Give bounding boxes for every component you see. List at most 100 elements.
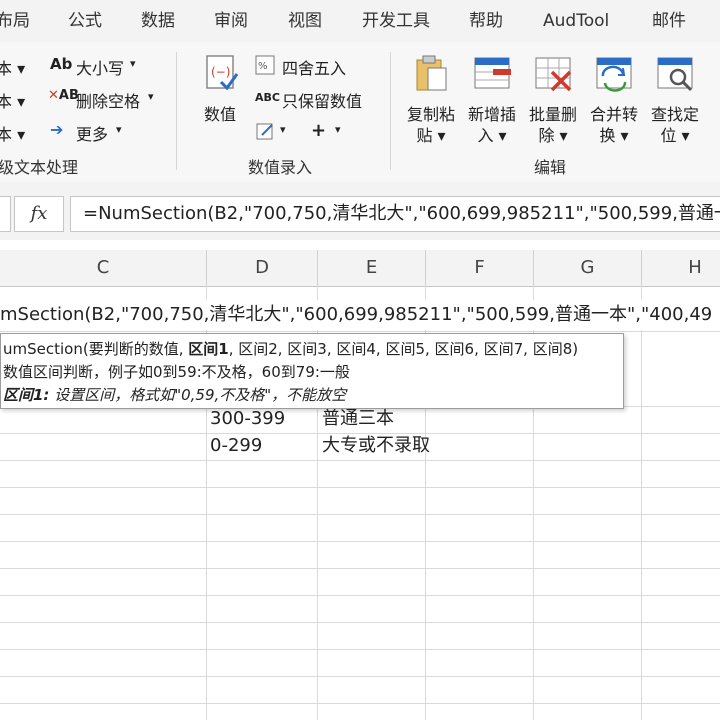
arrow-right-icon: ➔ — [50, 120, 64, 139]
text-dropdown-2[interactable]: 本 ▾ — [0, 88, 25, 112]
abc-icon: ABC — [255, 91, 280, 104]
tab-review[interactable]: 审阅 — [214, 0, 248, 42]
column-header-g[interactable]: G — [534, 250, 641, 286]
grid-line — [0, 676, 720, 677]
paste-label-1: 复制粘 — [406, 105, 455, 124]
signature-suffix: , 区间2, 区间3, 区间4, 区间5, 区间6, 区间7, 区间8) — [228, 340, 579, 358]
numeric-group-label: 数值录入 — [248, 158, 313, 177]
tab-mail[interactable]: 邮件 — [652, 0, 686, 42]
name-box[interactable] — [0, 196, 11, 232]
tab-developer[interactable]: 开发工具 — [362, 0, 430, 42]
remove-space-label: 删除空格 — [76, 92, 141, 111]
merge-button[interactable]: 合并转 换 ▾ — [585, 52, 643, 146]
cell-edit-text: mSection(B2,"700,750,清华北大","600,699,9852… — [0, 304, 713, 325]
insert-icon — [474, 57, 511, 89]
grid-line — [0, 541, 720, 542]
tab-help[interactable]: 帮助 — [469, 0, 503, 42]
round-label: 四舍五入 — [282, 59, 347, 78]
group-separator — [390, 52, 391, 170]
grid-line — [641, 286, 642, 720]
cell-label[interactable]: 普通三本 — [322, 407, 394, 431]
chevron-down-icon: ▾ — [116, 123, 122, 136]
grid-line — [0, 514, 720, 515]
value-button[interactable]: (−) 数值 — [193, 52, 247, 125]
find-label-1: 查找定 — [650, 105, 699, 124]
delete-icon — [535, 57, 572, 92]
paste-label-2: 贴 ▾ — [416, 126, 446, 145]
param-name: 区间1: — [3, 386, 50, 404]
column-header-c[interactable]: C — [0, 250, 206, 286]
spreadsheet-grid[interactable]: C D E F G H mSection(B2,"700,750,清华北大","… — [0, 240, 720, 720]
ribbon: 本 ▾ 本 ▾ 本 ▾ Ab 大小写 ▾ ✕AB 删除空格 ▾ ➔ 更多 ▾ 级… — [0, 42, 720, 183]
grid-line — [0, 595, 720, 596]
cell-edit-overlay[interactable]: mSection(B2,"700,750,清华北大","600,699,9852… — [0, 300, 720, 330]
tooltip-param: 区间1: 设置区间，格式如"0,59,不及格"，不能放空 — [3, 384, 346, 405]
chevron-down-icon: ▾ — [130, 57, 136, 70]
grid-line — [0, 460, 720, 461]
cell-label[interactable]: 大专或不录取 — [322, 434, 430, 458]
chevron-down-icon[interactable]: ▾ — [280, 123, 286, 136]
insert-function-button[interactable]: fx — [14, 196, 64, 232]
grid-line — [0, 487, 720, 488]
tab-layout[interactable]: 布局 — [0, 0, 30, 42]
keep-value-label: 只保留数值 — [282, 92, 363, 111]
merge-label-2: 换 ▾ — [599, 126, 629, 145]
text-dropdown-1[interactable]: 本 ▾ — [0, 55, 25, 79]
param-desc: 设置区间，格式如"0,59,不及格"，不能放空 — [49, 386, 347, 404]
text-group-label: 级文本处理 — [0, 158, 79, 177]
chevron-down-icon: ▾ — [148, 90, 154, 103]
column-header-d[interactable]: D — [207, 250, 317, 286]
cell-range[interactable]: 300-399 — [210, 407, 285, 431]
formula-input[interactable]: =NumSection(B2,"700,750,清华北大","600,699,9… — [70, 196, 720, 232]
paste-icon — [416, 55, 447, 91]
tab-view[interactable]: 视图 — [288, 0, 322, 42]
group-separator — [176, 52, 177, 170]
delete-button[interactable]: 批量删 除 ▾ — [524, 52, 582, 146]
grid-line — [0, 622, 720, 623]
delete-label-2: 除 ▾ — [538, 126, 568, 145]
edit-group-label: 编辑 — [534, 158, 567, 177]
column-header-f[interactable]: F — [426, 250, 533, 286]
more-label: 更多 — [76, 125, 109, 144]
find-icon — [657, 57, 693, 92]
chevron-down-icon[interactable]: ▾ — [335, 123, 341, 136]
grid-line — [0, 649, 720, 650]
case-icon: Ab — [50, 55, 73, 73]
tooltip-signature: umSection(要判断的数值, 区间1, 区间2, 区间3, 区间4, 区间… — [3, 338, 578, 359]
delete-label-1: 批量删 — [528, 105, 577, 124]
merge-icon — [596, 57, 632, 92]
signature-current-arg: 区间1 — [188, 340, 229, 358]
value-icon: (−) — [206, 55, 239, 91]
edit-icon[interactable] — [256, 121, 276, 141]
column-header-e[interactable]: E — [318, 250, 425, 286]
column-headers: C D E F G H — [0, 250, 720, 287]
tab-formulas[interactable]: 公式 — [68, 0, 102, 42]
plus-icon[interactable]: + — [311, 120, 326, 141]
signature-prefix: umSection(要判断的数值, — [3, 340, 189, 358]
case-label: 大小写 — [76, 59, 125, 78]
grid-line — [0, 331, 720, 332]
insert-label-1: 新增插 — [467, 105, 516, 124]
tooltip-description: 数值区间判断，例子如0到59:不及格，60到79:一般 — [3, 363, 350, 381]
svg-text:(−): (−) — [211, 65, 230, 79]
insert-button[interactable]: 新增插 入 ▾ — [463, 52, 521, 146]
insert-label-2: 入 ▾ — [477, 126, 507, 145]
cell-range[interactable]: 0-299 — [210, 434, 262, 458]
svg-text:%: % — [258, 61, 268, 72]
grid-line — [0, 568, 720, 569]
remove-space-icon: ✕AB — [48, 88, 79, 103]
round-icon: % — [255, 55, 275, 75]
ribbon-tabs: 布局 公式 数据 审阅 视图 开发工具 帮助 AudTool 邮件 — [0, 0, 720, 42]
paste-button[interactable]: 复制粘 贴 ▾ — [402, 52, 460, 146]
grid-line — [0, 703, 720, 704]
merge-label-1: 合并转 — [589, 105, 638, 124]
tab-data[interactable]: 数据 — [141, 0, 175, 42]
function-tooltip: umSection(要判断的数值, 区间1, 区间2, 区间3, 区间4, 区间… — [0, 333, 624, 409]
value-label: 数值 — [203, 105, 236, 124]
column-header-h[interactable]: H — [642, 250, 720, 286]
text-dropdown-3[interactable]: 本 ▾ — [0, 121, 25, 145]
formula-text: =NumSection(B2,"700,750,清华北大","600,699,9… — [83, 203, 720, 224]
find-button[interactable]: 查找定 位 ▾ — [646, 52, 704, 146]
find-label-2: 位 ▾ — [660, 126, 690, 145]
tab-audtool[interactable]: AudTool — [543, 0, 609, 42]
